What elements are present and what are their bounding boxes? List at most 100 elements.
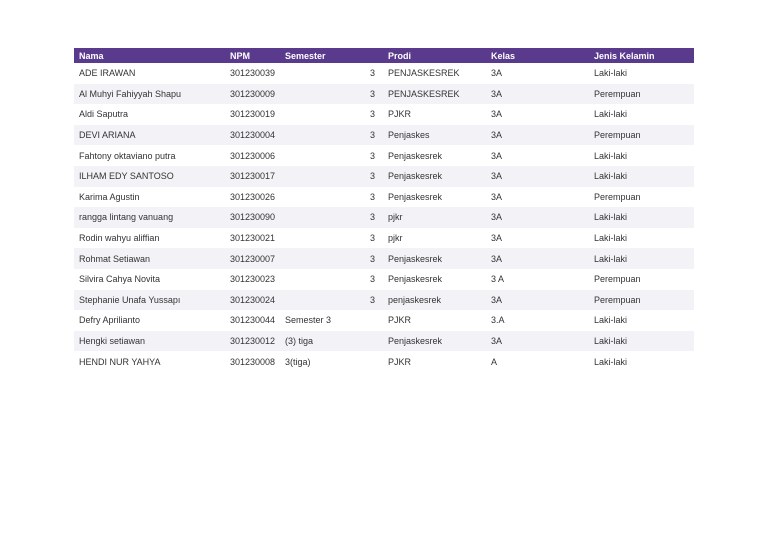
cell-jenis-kelamin: Perempuan (594, 88, 641, 99)
cell-prodi: PJKR (388, 109, 412, 120)
table-row: Stephanie Unafa Yussapı 301230024 3 penjask… (74, 289, 694, 311)
cell-kelas: 3.A (491, 315, 505, 326)
cell-prodi: PENJASKESREK (388, 88, 460, 99)
cell-prodi: pjkr (388, 233, 403, 244)
cell-kelas: 3 A (491, 274, 505, 285)
cell-npm: 301230023 (229, 274, 275, 285)
table-row: Karima Agustin 301230026 3 Penjaskesrek 3A Pe… (74, 186, 694, 208)
cell-semester: 3 (369, 68, 375, 79)
cell-kelas: 3A (491, 109, 503, 120)
cell-npm: 301230007 (229, 253, 275, 264)
cell-prodi: Penjaskesrek (388, 171, 443, 182)
cell-prodi: PJKR (388, 356, 412, 367)
cell-nama: DEVI ARIANA (79, 130, 136, 141)
cell-kelas: 3A (491, 130, 503, 141)
cell-semester: Semester 3 (285, 315, 332, 326)
cell-npm: 301230021 (229, 233, 275, 244)
cell-kelas: 3A (491, 150, 503, 161)
cell-kelas: 3A (491, 336, 503, 347)
column-header-jenis-kelamin: Jenis Kelamin (594, 50, 655, 61)
table-row: rangga lintang vanuang 301230090 3 pjkr 3A La… (74, 207, 694, 228)
cell-npm: 301230044 (229, 315, 275, 326)
cell-jenis-kelamin: Perempuan (594, 294, 641, 305)
cell-semester: 3(tiga) (285, 356, 311, 367)
cell-npm: 301230039 (229, 68, 275, 79)
table-row: ADE IRAWAN 301230039 3 PENJASKESREK 3A Laki-l… (74, 63, 694, 84)
cell-jenis-kelamin: Perempuan (594, 130, 641, 141)
cell-kelas: A (491, 356, 498, 367)
cell-nama: ADE IRAWAN (79, 68, 136, 79)
cell-npm: 301230008 (229, 356, 275, 367)
cell-prodi: PENJASKESREK (388, 68, 460, 79)
cell-semester: 3 (369, 274, 375, 285)
cell-kelas: 3A (491, 212, 503, 223)
cell-semester: 3 (369, 171, 375, 182)
table-row: Fahtony oktaviano putra 301230006 3 Penjask… (74, 145, 694, 166)
cell-npm: 301230019 (229, 109, 275, 120)
cell-npm: 301230004 (229, 130, 275, 141)
cell-nama: Silvira Cahya Novita (79, 274, 161, 285)
cell-semester: 3 (369, 88, 375, 99)
cell-prodi: Penjaskesrek (388, 150, 443, 161)
cell-kelas: 3A (491, 88, 503, 99)
table-row: HENDI NUR YAHYA 301230008 3(tiga) PJKR A Laki… (74, 351, 694, 372)
column-header-nama: Nama (79, 50, 104, 61)
table-header: Nama NPM Semester Prodi Kelas Jenis Kela… (74, 48, 694, 63)
cell-nama: rangga lintang vanuang (79, 212, 174, 223)
cell-jenis-kelamin: Perempuan (594, 274, 641, 285)
table-row: ILHAM EDY SANTOSO 301230017 3 Penjaskesrek 3… (74, 165, 694, 187)
table-row: Hengki setiawan 301230012 (3) tiga Penjaske… (74, 330, 694, 352)
table-row: Rohmat Setiawan 301230007 3 Penjaskesrek 3A L… (74, 248, 694, 269)
table-row: Defry Aprilianto 301230044 Semester 3 PJKR 3… (74, 310, 694, 331)
cell-jenis-kelamin: Laki-laki (594, 109, 628, 120)
cell-nama: Aldi Saputra (79, 109, 129, 120)
cell-semester: (3) tiga (285, 336, 314, 347)
cell-semester: 3 (369, 253, 375, 264)
cell-nama: Hengki setiawan (79, 336, 146, 347)
cell-jenis-kelamin: Laki-laki (594, 315, 628, 326)
cell-nama: Karima Agustin (79, 191, 140, 202)
cell-nama: HENDI NUR YAHYA (79, 356, 161, 367)
cell-kelas: 3A (491, 253, 503, 264)
cell-jenis-kelamin: Laki-laki (594, 171, 628, 182)
cell-jenis-kelamin: Laki-laki (594, 336, 628, 347)
cell-kelas: 3A (491, 171, 503, 182)
cell-nama: Rodin wahyu aliffian (79, 233, 160, 244)
cell-nama: Stephanie Unafa Yussapı (79, 294, 181, 305)
cell-semester: 3 (369, 150, 375, 161)
student-table: Nama NPM Semester Prodi Kelas Jenis Kela… (74, 48, 694, 372)
cell-kelas: 3A (491, 233, 503, 244)
column-header-prodi: Prodi (388, 50, 412, 61)
cell-prodi: pjkr (388, 212, 403, 223)
column-header-kelas: Kelas (491, 50, 516, 61)
cell-npm: 301230009 (229, 88, 275, 99)
cell-jenis-kelamin: Perempuan (594, 191, 641, 202)
cell-prodi: PJKR (388, 315, 412, 326)
cell-semester: 3 (369, 233, 375, 244)
table-row: DEVI ARIANA 301230004 3 Penjaskes 3A Perempua… (74, 124, 694, 146)
cell-prodi: Penjaskesrek (388, 336, 443, 347)
cell-npm: 301230017 (229, 171, 275, 182)
table-row: Aldi Saputra 301230019 3 PJKR 3A Laki-laki (74, 104, 694, 125)
cell-jenis-kelamin: Laki-laki (594, 68, 628, 79)
cell-npm: 301230090 (229, 212, 275, 223)
cell-prodi: Penjaskesrek (388, 274, 443, 285)
cell-semester: 3 (369, 294, 375, 305)
table-body: ADE IRAWAN 301230039 3 PENJASKESREK 3A Laki-l… (74, 63, 694, 372)
cell-kelas: 3A (491, 68, 503, 79)
cell-nama: ILHAM EDY SANTOSO (79, 171, 174, 182)
cell-prodi: Penjaskesrek (388, 191, 443, 202)
cell-kelas: 3A (491, 294, 503, 305)
column-header-npm: NPM (230, 50, 250, 61)
cell-jenis-kelamin: Laki-laki (594, 233, 628, 244)
table-row: Al Muhyi Fahiyyah Shapu 301230009 3 PENJASK… (74, 83, 694, 105)
cell-npm: 301230012 (229, 336, 275, 347)
column-header-semester: Semester (285, 50, 326, 61)
cell-kelas: 3A (491, 191, 503, 202)
cell-nama: Fahtony oktaviano putra (79, 150, 176, 161)
cell-semester: 3 (369, 109, 375, 120)
table-row: Rodin wahyu aliffian 301230021 3 pjkr 3A Laki… (74, 227, 694, 249)
cell-prodi: Penjaskes (388, 130, 430, 141)
header-row: Nama NPM Semester Prodi Kelas Jenis Kela… (74, 48, 694, 63)
cell-prodi: penjaskesrek (388, 294, 442, 305)
